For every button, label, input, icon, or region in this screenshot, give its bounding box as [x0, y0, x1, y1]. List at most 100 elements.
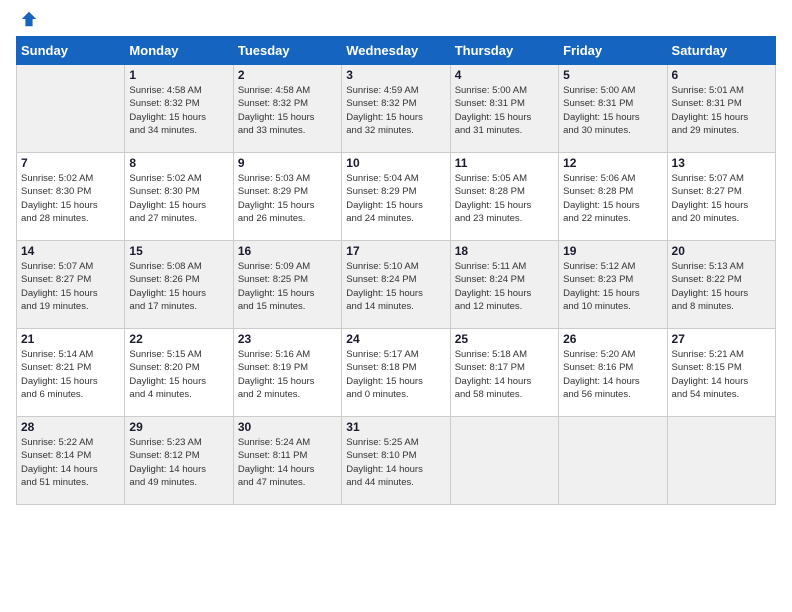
day-info: Sunrise: 5:13 AMSunset: 8:22 PMDaylight:… — [672, 260, 771, 313]
calendar-cell: 24 Sunrise: 5:17 AMSunset: 8:18 PMDayligh… — [342, 329, 450, 417]
day-info: Sunrise: 5:10 AMSunset: 8:24 PMDaylight:… — [346, 260, 445, 313]
day-info: Sunrise: 4:58 AMSunset: 8:32 PMDaylight:… — [129, 84, 228, 137]
weekday-header-friday: Friday — [559, 37, 667, 65]
calendar-cell: 6 Sunrise: 5:01 AMSunset: 8:31 PMDaylight… — [667, 65, 775, 153]
logo-text — [16, 10, 38, 28]
calendar-cell: 29Sunrise: 5:23 AMSunset: 8:12 PMDayligh… — [125, 417, 233, 505]
calendar-cell: 23 Sunrise: 5:16 AMSunset: 8:19 PMDayligh… — [233, 329, 341, 417]
day-number: 25 — [455, 332, 554, 346]
calendar-week-row: 7 Sunrise: 5:02 AMSunset: 8:30 PMDaylight… — [17, 153, 776, 241]
day-info: Sunrise: 5:02 AMSunset: 8:30 PMDaylight:… — [129, 172, 228, 225]
day-info: Sunrise: 5:14 AMSunset: 8:21 PMDaylight:… — [21, 348, 120, 401]
day-number: 23 — [238, 332, 337, 346]
calendar-cell: 9 Sunrise: 5:03 AMSunset: 8:29 PMDaylight… — [233, 153, 341, 241]
day-info: Sunrise: 5:05 AMSunset: 8:28 PMDaylight:… — [455, 172, 554, 225]
calendar-cell: 25 Sunrise: 5:18 AMSunset: 8:17 PMDayligh… — [450, 329, 558, 417]
calendar-cell: 30 Sunrise: 5:24 AMSunset: 8:11 PMDayligh… — [233, 417, 341, 505]
header — [16, 10, 776, 28]
day-number: 6 — [672, 68, 771, 82]
weekday-header-monday: Monday — [125, 37, 233, 65]
day-info: Sunrise: 5:23 AMSunset: 8:12 PMDaylight:… — [129, 436, 228, 489]
day-number: 22 — [129, 332, 228, 346]
day-number: 9 — [238, 156, 337, 170]
calendar-cell: 13Sunrise: 5:07 AMSunset: 8:27 PMDayligh… — [667, 153, 775, 241]
day-info: Sunrise: 5:22 AMSunset: 8:14 PMDaylight:… — [21, 436, 120, 489]
day-number: 28 — [21, 420, 120, 434]
day-number: 19 — [563, 244, 662, 258]
day-info: Sunrise: 5:24 AMSunset: 8:11 PMDaylight:… — [238, 436, 337, 489]
day-info: Sunrise: 5:17 AMSunset: 8:18 PMDaylight:… — [346, 348, 445, 401]
day-number: 26 — [563, 332, 662, 346]
logo — [16, 10, 38, 28]
day-number: 18 — [455, 244, 554, 258]
calendar-cell — [450, 417, 558, 505]
calendar-cell: 3 Sunrise: 4:59 AMSunset: 8:32 PMDaylight… — [342, 65, 450, 153]
day-number: 16 — [238, 244, 337, 258]
day-number: 10 — [346, 156, 445, 170]
weekday-header-saturday: Saturday — [667, 37, 775, 65]
weekday-header-sunday: Sunday — [17, 37, 125, 65]
day-number: 3 — [346, 68, 445, 82]
day-number: 4 — [455, 68, 554, 82]
calendar-cell — [17, 65, 125, 153]
day-info: Sunrise: 5:03 AMSunset: 8:29 PMDaylight:… — [238, 172, 337, 225]
day-info: Sunrise: 5:04 AMSunset: 8:29 PMDaylight:… — [346, 172, 445, 225]
calendar-cell — [559, 417, 667, 505]
calendar-week-row: 21Sunrise: 5:14 AMSunset: 8:21 PMDayligh… — [17, 329, 776, 417]
calendar-cell: 12 Sunrise: 5:06 AMSunset: 8:28 PMDayligh… — [559, 153, 667, 241]
calendar-cell: 21Sunrise: 5:14 AMSunset: 8:21 PMDayligh… — [17, 329, 125, 417]
day-number: 27 — [672, 332, 771, 346]
calendar-cell: 18 Sunrise: 5:11 AMSunset: 8:24 PMDayligh… — [450, 241, 558, 329]
day-info: Sunrise: 5:00 AMSunset: 8:31 PMDaylight:… — [563, 84, 662, 137]
day-number: 5 — [563, 68, 662, 82]
calendar-week-row: 1Sunrise: 4:58 AMSunset: 8:32 PMDaylight… — [17, 65, 776, 153]
day-number: 24 — [346, 332, 445, 346]
calendar-cell: 15 Sunrise: 5:08 AMSunset: 8:26 PMDayligh… — [125, 241, 233, 329]
day-number: 2 — [238, 68, 337, 82]
day-info: Sunrise: 5:07 AMSunset: 8:27 PMDaylight:… — [672, 172, 771, 225]
calendar-cell: 27 Sunrise: 5:21 AMSunset: 8:15 PMDayligh… — [667, 329, 775, 417]
day-number: 30 — [238, 420, 337, 434]
day-info: Sunrise: 5:08 AMSunset: 8:26 PMDaylight:… — [129, 260, 228, 313]
calendar-cell: 1Sunrise: 4:58 AMSunset: 8:32 PMDaylight… — [125, 65, 233, 153]
day-info: Sunrise: 5:00 AMSunset: 8:31 PMDaylight:… — [455, 84, 554, 137]
day-info: Sunrise: 5:25 AMSunset: 8:10 PMDaylight:… — [346, 436, 445, 489]
day-number: 14 — [21, 244, 120, 258]
calendar-cell: 5 Sunrise: 5:00 AMSunset: 8:31 PMDaylight… — [559, 65, 667, 153]
day-number: 7 — [21, 156, 120, 170]
calendar-cell: 17 Sunrise: 5:10 AMSunset: 8:24 PMDayligh… — [342, 241, 450, 329]
calendar-cell — [667, 417, 775, 505]
day-info: Sunrise: 5:06 AMSunset: 8:28 PMDaylight:… — [563, 172, 662, 225]
day-number: 8 — [129, 156, 228, 170]
day-info: Sunrise: 5:21 AMSunset: 8:15 PMDaylight:… — [672, 348, 771, 401]
day-info: Sunrise: 5:20 AMSunset: 8:16 PMDaylight:… — [563, 348, 662, 401]
day-info: Sunrise: 5:16 AMSunset: 8:19 PMDaylight:… — [238, 348, 337, 401]
day-number: 12 — [563, 156, 662, 170]
calendar-cell: 8 Sunrise: 5:02 AMSunset: 8:30 PMDaylight… — [125, 153, 233, 241]
weekday-header-tuesday: Tuesday — [233, 37, 341, 65]
day-number: 15 — [129, 244, 228, 258]
day-info: Sunrise: 5:11 AMSunset: 8:24 PMDaylight:… — [455, 260, 554, 313]
day-info: Sunrise: 5:09 AMSunset: 8:25 PMDaylight:… — [238, 260, 337, 313]
weekday-header-row: SundayMondayTuesdayWednesdayThursdayFrid… — [17, 37, 776, 65]
calendar-week-row: 28 Sunrise: 5:22 AMSunset: 8:14 PMDayligh… — [17, 417, 776, 505]
calendar-cell: 2 Sunrise: 4:58 AMSunset: 8:32 PMDaylight… — [233, 65, 341, 153]
calendar-cell: 11Sunrise: 5:05 AMSunset: 8:28 PMDayligh… — [450, 153, 558, 241]
day-info: Sunrise: 4:58 AMSunset: 8:32 PMDaylight:… — [238, 84, 337, 137]
page: SundayMondayTuesdayWednesdayThursdayFrid… — [0, 0, 792, 521]
day-info: Sunrise: 5:18 AMSunset: 8:17 PMDaylight:… — [455, 348, 554, 401]
calendar-week-row: 14 Sunrise: 5:07 AMSunset: 8:27 PMDayligh… — [17, 241, 776, 329]
day-info: Sunrise: 5:12 AMSunset: 8:23 PMDaylight:… — [563, 260, 662, 313]
day-info: Sunrise: 5:07 AMSunset: 8:27 PMDaylight:… — [21, 260, 120, 313]
calendar-cell: 7Sunrise: 5:02 AMSunset: 8:30 PMDaylight… — [17, 153, 125, 241]
calendar-cell: 10 Sunrise: 5:04 AMSunset: 8:29 PMDayligh… — [342, 153, 450, 241]
day-number: 17 — [346, 244, 445, 258]
calendar-cell: 22Sunrise: 5:15 AMSunset: 8:20 PMDayligh… — [125, 329, 233, 417]
calendar-cell: 14 Sunrise: 5:07 AMSunset: 8:27 PMDayligh… — [17, 241, 125, 329]
weekday-header-thursday: Thursday — [450, 37, 558, 65]
day-info: Sunrise: 5:01 AMSunset: 8:31 PMDaylight:… — [672, 84, 771, 137]
day-info: Sunrise: 4:59 AMSunset: 8:32 PMDaylight:… — [346, 84, 445, 137]
weekday-header-wednesday: Wednesday — [342, 37, 450, 65]
day-number: 31 — [346, 420, 445, 434]
calendar-table: SundayMondayTuesdayWednesdayThursdayFrid… — [16, 36, 776, 505]
